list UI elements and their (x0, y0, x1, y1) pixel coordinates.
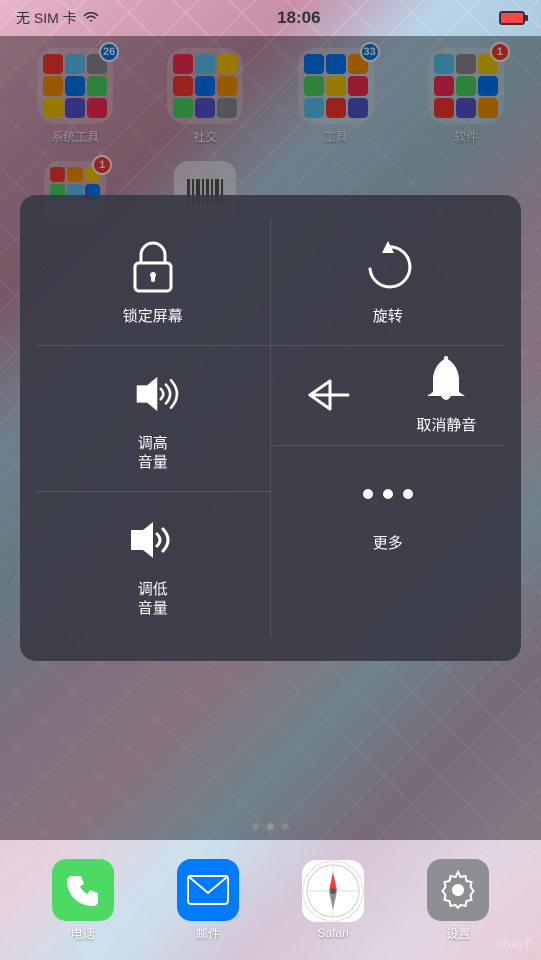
mail-icon (177, 859, 239, 921)
dock-settings[interactable]: 设置 (427, 859, 489, 942)
settings-svg (438, 870, 478, 910)
dock-mail[interactable]: 邮件 (177, 859, 239, 942)
rotate-label: 旋转 (373, 307, 403, 327)
volume-up-icon-wrap (123, 364, 183, 424)
volume-down-label: 调低音量 (138, 580, 168, 619)
time-display: 18:06 (277, 8, 320, 28)
lock-icon (127, 239, 179, 295)
unmute-button[interactable]: 取消静音 (388, 346, 505, 446)
carrier-label: 无 SIM 卡 (16, 8, 77, 28)
lock-screen-button[interactable]: 锁定屏幕 (36, 219, 271, 345)
volume-down-icon (123, 516, 183, 564)
volume-up-button[interactable]: 调高音量 (36, 346, 270, 492)
watermark: DD助手 (495, 936, 533, 952)
bell-icon (423, 356, 469, 406)
phone-svg (65, 872, 101, 908)
status-right (499, 11, 525, 25)
dock-safari[interactable]: Safari (302, 860, 364, 940)
volume-up-icon (123, 368, 183, 420)
settings-label: 设置 (446, 925, 470, 942)
more-label: 更多 (373, 534, 403, 554)
volume-down-icon-wrap (123, 510, 183, 570)
status-bar: 无 SIM 卡 18:06 (0, 0, 541, 36)
lock-icon-wrap (123, 237, 183, 297)
settings-icon (427, 859, 489, 921)
control-popup: 锁定屏幕 旋转 (20, 195, 521, 661)
volume-down-button[interactable]: 调低音量 (36, 492, 270, 637)
mail-svg (187, 875, 229, 905)
unmute-label: 取消静音 (416, 416, 476, 436)
safari-svg (302, 860, 364, 922)
bell-icon-wrap (416, 356, 476, 406)
mail-label: 邮件 (196, 925, 220, 942)
back-arrow-icon (308, 377, 350, 413)
phone-icon (52, 859, 114, 921)
status-left: 无 SIM 卡 (16, 8, 99, 28)
rotate-icon-wrap (358, 237, 418, 297)
dock-phone[interactable]: 电话 (52, 859, 114, 942)
rotate-button[interactable]: 旋转 (271, 219, 506, 345)
wifi-icon (83, 12, 99, 24)
rotate-icon (362, 241, 414, 293)
back-arrow-button[interactable] (271, 346, 388, 446)
more-button[interactable]: 更多 (271, 446, 506, 572)
battery-icon (499, 11, 525, 25)
more-icon-wrap (358, 464, 418, 524)
safari-label: Safari (317, 926, 348, 940)
safari-icon (302, 860, 364, 922)
dock: 电话 邮件 Safari (0, 840, 541, 960)
volume-up-label: 调高音量 (138, 434, 168, 473)
lock-screen-label: 锁定屏幕 (123, 307, 183, 327)
phone-label: 电话 (71, 925, 95, 942)
